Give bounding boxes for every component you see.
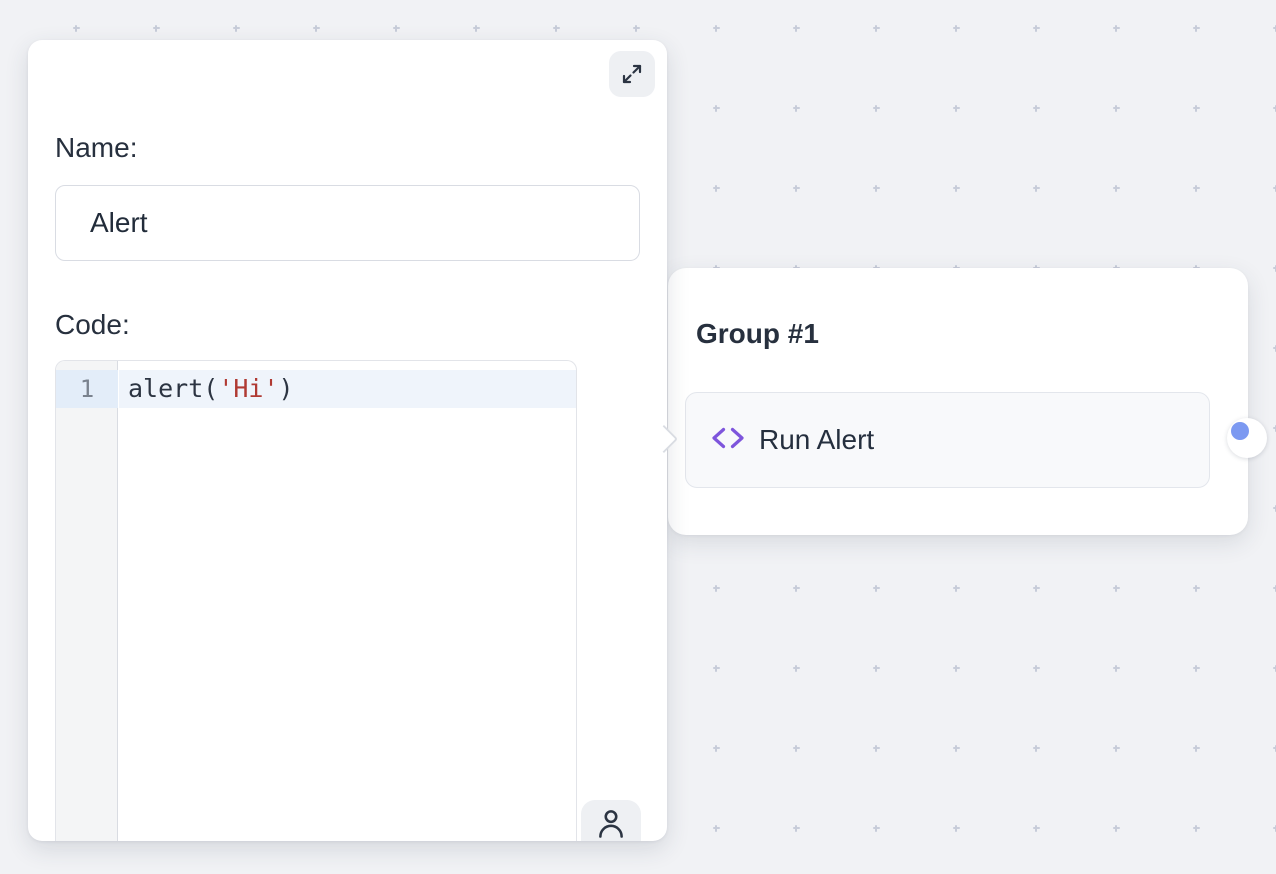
grid-dot xyxy=(1273,105,1276,112)
grid-dot xyxy=(153,25,160,32)
group-title: Group #1 xyxy=(696,318,819,350)
grid-dot xyxy=(1273,665,1276,672)
grid-dot xyxy=(1033,745,1040,752)
grid-dot xyxy=(313,25,320,32)
user-icon xyxy=(594,806,628,840)
grid-dot xyxy=(1193,105,1200,112)
output-connector-handle[interactable] xyxy=(1227,418,1267,458)
grid-dot xyxy=(953,665,960,672)
grid-dot xyxy=(793,105,800,112)
grid-dot xyxy=(953,745,960,752)
grid-dot xyxy=(873,25,880,32)
grid-dot xyxy=(1193,745,1200,752)
grid-dot xyxy=(793,25,800,32)
expand-diagonal-icon xyxy=(620,62,644,86)
grid-dot xyxy=(1193,185,1200,192)
grid-dot xyxy=(1193,825,1200,832)
grid-dot xyxy=(1193,665,1200,672)
grid-dot xyxy=(233,25,240,32)
code-line[interactable]: alert('Hi') xyxy=(128,370,294,408)
grid-dot xyxy=(553,25,560,32)
group-node[interactable]: Group #1 Run Alert xyxy=(668,268,1248,535)
grid-dot xyxy=(1033,105,1040,112)
code-token-string: 'Hi' xyxy=(218,374,278,403)
grid-dot xyxy=(1113,585,1120,592)
grid-dot xyxy=(1113,185,1120,192)
grid-dot xyxy=(1273,505,1276,512)
grid-dot xyxy=(1033,665,1040,672)
grid-dot xyxy=(793,585,800,592)
grid-dot xyxy=(1193,25,1200,32)
grid-dot xyxy=(953,825,960,832)
grid-dot xyxy=(873,745,880,752)
grid-dot xyxy=(873,585,880,592)
node-editor-panel: Name: Code: 1 alert('Hi') xyxy=(28,40,667,841)
connector-dot xyxy=(1231,422,1249,440)
expand-button[interactable] xyxy=(609,51,655,97)
code-editor[interactable]: 1 alert('Hi') xyxy=(55,360,577,841)
name-input[interactable] xyxy=(55,185,640,261)
grid-dot xyxy=(1273,185,1276,192)
code-editor-gutter xyxy=(56,361,118,841)
name-label: Name: xyxy=(55,130,137,166)
grid-dot xyxy=(1273,825,1276,832)
grid-dot xyxy=(793,825,800,832)
code-brackets-icon xyxy=(711,425,745,456)
code-label: Code: xyxy=(55,307,130,343)
grid-dot xyxy=(713,185,720,192)
user-button[interactable] xyxy=(581,800,641,841)
code-token-paren: ) xyxy=(279,374,294,403)
grid-dot xyxy=(1273,25,1276,32)
grid-dot xyxy=(713,25,720,32)
grid-dot xyxy=(1113,825,1120,832)
grid-dot xyxy=(953,585,960,592)
grid-dot xyxy=(873,665,880,672)
grid-dot xyxy=(1113,25,1120,32)
grid-dot xyxy=(713,825,720,832)
grid-dot xyxy=(1033,585,1040,592)
grid-dot xyxy=(1113,745,1120,752)
grid-dot xyxy=(393,25,400,32)
line-number: 1 xyxy=(56,370,118,408)
grid-dot xyxy=(633,25,640,32)
grid-dot xyxy=(713,585,720,592)
grid-dot xyxy=(953,185,960,192)
grid-dot xyxy=(1273,425,1276,432)
node-item-run-alert[interactable]: Run Alert xyxy=(685,392,1210,488)
node-item-label: Run Alert xyxy=(759,424,874,456)
grid-dot xyxy=(473,25,480,32)
grid-dot xyxy=(1193,585,1200,592)
code-token-function: alert( xyxy=(128,374,218,403)
grid-dot xyxy=(713,105,720,112)
grid-dot xyxy=(953,105,960,112)
grid-dot xyxy=(1273,745,1276,752)
grid-dot xyxy=(1033,25,1040,32)
grid-dot xyxy=(873,105,880,112)
grid-dot xyxy=(953,25,960,32)
grid-dot xyxy=(1113,665,1120,672)
grid-dot xyxy=(713,665,720,672)
grid-dot xyxy=(1033,185,1040,192)
grid-dot xyxy=(873,825,880,832)
grid-dot xyxy=(793,665,800,672)
grid-dot xyxy=(873,185,880,192)
grid-dot xyxy=(1273,585,1276,592)
grid-dot xyxy=(1273,345,1276,352)
grid-dot xyxy=(1033,825,1040,832)
grid-dot xyxy=(1273,265,1276,272)
grid-dot xyxy=(793,185,800,192)
grid-dot xyxy=(713,745,720,752)
grid-dot xyxy=(793,745,800,752)
grid-dot xyxy=(1113,105,1120,112)
grid-dot xyxy=(73,25,80,32)
